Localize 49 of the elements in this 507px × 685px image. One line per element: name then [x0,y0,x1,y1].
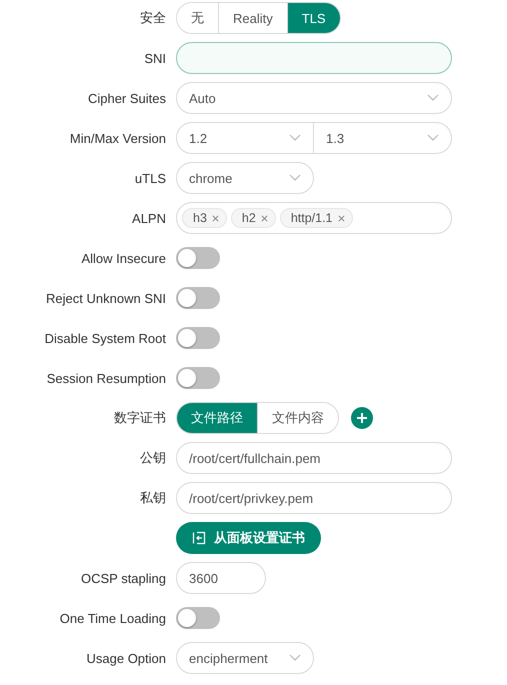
field-label: Allow Insecure [81,250,166,266]
number-field[interactable]: 3600 [176,562,266,594]
chevron-down-icon [289,654,301,662]
field-label: Cipher Suites [88,90,166,106]
toggle-switch[interactable] [176,327,220,349]
close-icon[interactable] [212,214,219,222]
input-field[interactable] [176,42,452,74]
field-label: Usage Option [86,650,166,666]
tag-chip[interactable]: http/1.1 [280,208,353,228]
tag-chip[interactable]: h3 [182,208,227,228]
import-icon [192,531,206,545]
field-label: Min/Max Version [70,130,166,146]
tag-input[interactable]: h3 h2 http/1.1 [176,202,452,234]
set-cert-button[interactable]: 从面板设置证书 [176,522,321,554]
field-label: One Time Loading [60,610,166,626]
plus-icon [356,412,368,424]
select-field[interactable]: Auto [176,82,452,114]
select-field[interactable]: encipherment [176,642,314,674]
chevron-down-icon [289,174,301,182]
add-button[interactable] [351,407,373,429]
close-icon[interactable] [260,214,268,222]
input-field[interactable]: /root/cert/privkey.pem [176,482,452,514]
toggle-switch[interactable] [176,247,220,269]
field-label: OCSP stapling [80,570,166,586]
field-label: uTLS [134,170,166,186]
chevron-down-icon [427,134,439,142]
chevron-down-icon [427,94,439,102]
select-field[interactable]: chrome [176,162,314,194]
toggle-switch[interactable] [176,287,220,309]
chevron-down-icon [289,134,301,142]
field-label: 公钥 [140,449,166,467]
select-field[interactable]: 1.2 [176,122,314,154]
segment-tab[interactable]: TLS [288,3,340,33]
field-label: ALPN [132,210,166,226]
field-label: 私钥 [140,489,166,507]
field-label: SNI [144,50,166,66]
toggle-switch[interactable] [176,367,220,389]
segment-tab[interactable]: 无 [177,3,219,33]
input-field[interactable]: /root/cert/fullchain.pem [176,442,452,474]
select-field[interactable]: 1.3 [314,122,452,154]
field-label: Session Resumption [46,370,166,386]
field-label: Reject Unknown SNI [46,290,166,306]
field-label: 安全 [140,9,166,27]
field-label: 数字证书 [114,409,166,427]
close-icon[interactable] [338,214,345,222]
toggle-switch[interactable] [176,607,220,629]
tag-chip[interactable]: h2 [230,208,276,228]
field-label: Disable System Root [44,330,166,346]
segment-tab[interactable]: 文件路径 [177,403,258,433]
